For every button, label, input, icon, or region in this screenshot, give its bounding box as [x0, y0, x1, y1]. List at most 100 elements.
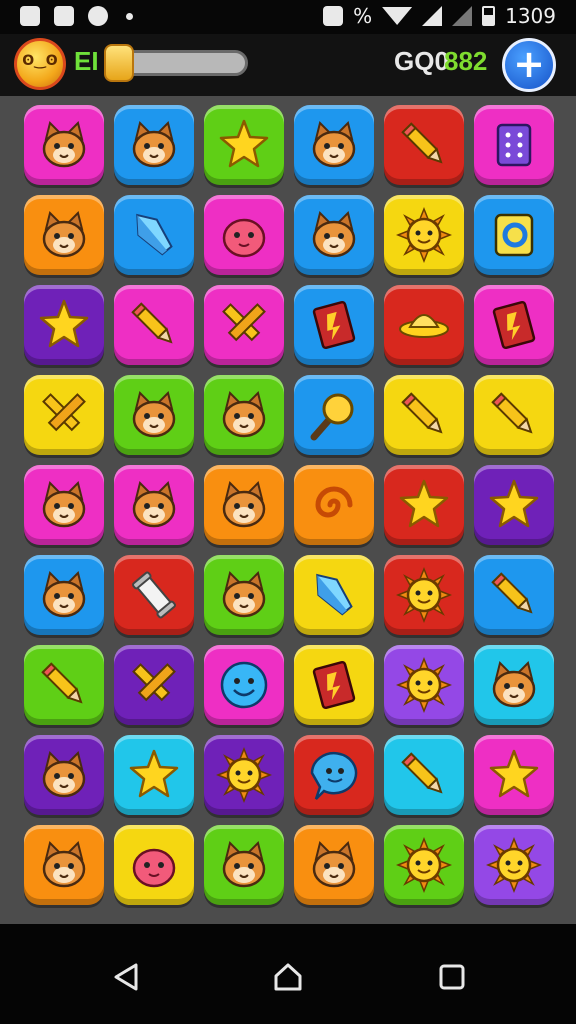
tile-pencil[interactable] — [384, 735, 464, 815]
tile-dice[interactable] — [474, 105, 554, 185]
tile-chat-face[interactable] — [294, 735, 374, 815]
tile-sun-face[interactable] — [384, 195, 464, 275]
tile-pencil[interactable] — [474, 555, 554, 635]
blob-face-icon — [222, 218, 266, 258]
cat-face-icon — [42, 121, 86, 168]
book-icon — [492, 300, 536, 350]
tile-blob-face[interactable] — [204, 195, 284, 275]
crystal-icon — [136, 213, 173, 256]
cat-face-icon — [42, 481, 86, 528]
tile-sun-face[interactable] — [474, 825, 554, 905]
swirl-icon — [315, 486, 353, 518]
star-icon — [489, 479, 539, 528]
tile-cat-face[interactable] — [24, 825, 104, 905]
tile-pencil[interactable] — [114, 285, 194, 365]
tile-sun-face[interactable] — [384, 825, 464, 905]
tile-sun-face[interactable] — [384, 645, 464, 725]
tile-book[interactable] — [474, 285, 554, 365]
crossed-pencils-icon — [132, 663, 176, 702]
tile-crossed-pencils[interactable] — [24, 375, 104, 455]
tile-crossed-pencils[interactable] — [114, 645, 194, 725]
tile-cat-face[interactable] — [204, 375, 284, 455]
tile-star[interactable] — [24, 285, 104, 365]
tile-book[interactable] — [294, 645, 374, 725]
tile-sun-face[interactable] — [384, 555, 464, 635]
cat-face-icon — [132, 121, 176, 168]
tile-pencil[interactable] — [384, 375, 464, 455]
pencil-icon — [401, 752, 443, 794]
star-icon — [129, 749, 179, 798]
cat-face-icon — [492, 661, 536, 708]
pencil-icon — [131, 302, 173, 344]
tile-star[interactable] — [114, 735, 194, 815]
crystal-icon — [316, 573, 353, 616]
sun-face-icon — [396, 207, 452, 263]
ring-icon — [494, 213, 534, 257]
recent-apps-icon[interactable] — [437, 962, 467, 992]
blob-face-icon — [132, 848, 176, 888]
cat-face-icon — [312, 211, 356, 258]
wifi-icon — [382, 7, 413, 25]
tile-cat-face[interactable] — [204, 825, 284, 905]
chat-face-icon — [310, 751, 358, 800]
tile-cat-face[interactable] — [294, 195, 374, 275]
cat-face-icon — [222, 841, 266, 888]
add-currency-button[interactable]: + — [502, 38, 556, 92]
scroll-icon — [132, 571, 176, 619]
tile-cat-face[interactable] — [204, 555, 284, 635]
cat-face-icon — [132, 481, 176, 528]
cat-face-icon — [132, 391, 176, 438]
game-header: EI GQ0 882 + — [0, 34, 576, 96]
tile-magnifier[interactable] — [294, 375, 374, 455]
tile-cat-face[interactable] — [24, 105, 104, 185]
tile-cat-face[interactable] — [24, 735, 104, 815]
battery-icon — [482, 6, 496, 26]
dot-icon — [126, 12, 133, 20]
player-avatar[interactable] — [14, 38, 66, 90]
tile-cat-face[interactable] — [24, 555, 104, 635]
star-icon — [39, 299, 89, 348]
crossed-pencils-icon — [42, 393, 86, 432]
currency-value: 882 — [444, 46, 488, 76]
game-board — [0, 96, 576, 924]
tile-ring[interactable] — [474, 195, 554, 275]
magnifier-icon — [310, 393, 354, 441]
back-icon[interactable] — [112, 962, 142, 992]
player-name: EI — [74, 46, 99, 76]
tile-hat[interactable] — [384, 285, 464, 365]
tile-crystal[interactable] — [114, 195, 194, 275]
tile-pencil[interactable] — [384, 105, 464, 185]
tile-cat-face[interactable] — [114, 375, 194, 455]
tile-pencil[interactable] — [474, 375, 554, 455]
cat-face-icon — [42, 841, 86, 888]
tile-star[interactable] — [474, 465, 554, 545]
tile-swirl[interactable] — [294, 465, 374, 545]
tile-cat-face[interactable] — [204, 465, 284, 545]
tile-star[interactable] — [474, 735, 554, 815]
tile-smiley[interactable] — [204, 645, 284, 725]
tile-cat-face[interactable] — [294, 105, 374, 185]
tile-crystal[interactable] — [294, 555, 374, 635]
tile-cat-face[interactable] — [114, 105, 194, 185]
tile-blob-face[interactable] — [114, 825, 194, 905]
clock: 1309 — [505, 4, 556, 28]
cat-face-icon — [312, 841, 356, 888]
tile-sun-face[interactable] — [204, 735, 284, 815]
tile-scroll[interactable] — [114, 555, 194, 635]
tile-star[interactable] — [384, 465, 464, 545]
tile-cat-face[interactable] — [294, 825, 374, 905]
tile-cat-face[interactable] — [474, 645, 554, 725]
system-nav-bar — [0, 924, 576, 1024]
tile-cat-face[interactable] — [24, 195, 104, 275]
tile-cat-face[interactable] — [114, 465, 194, 545]
image-icon — [20, 6, 40, 26]
cat-face-icon — [222, 571, 266, 618]
tile-crossed-pencils[interactable] — [204, 285, 284, 365]
tile-book[interactable] — [294, 285, 374, 365]
tile-cat-face[interactable] — [24, 465, 104, 545]
home-icon[interactable] — [273, 962, 303, 992]
signal-secondary-icon — [452, 6, 473, 26]
camera-off-icon — [323, 6, 344, 26]
tile-star[interactable] — [204, 105, 284, 185]
tile-pencil[interactable] — [24, 645, 104, 725]
